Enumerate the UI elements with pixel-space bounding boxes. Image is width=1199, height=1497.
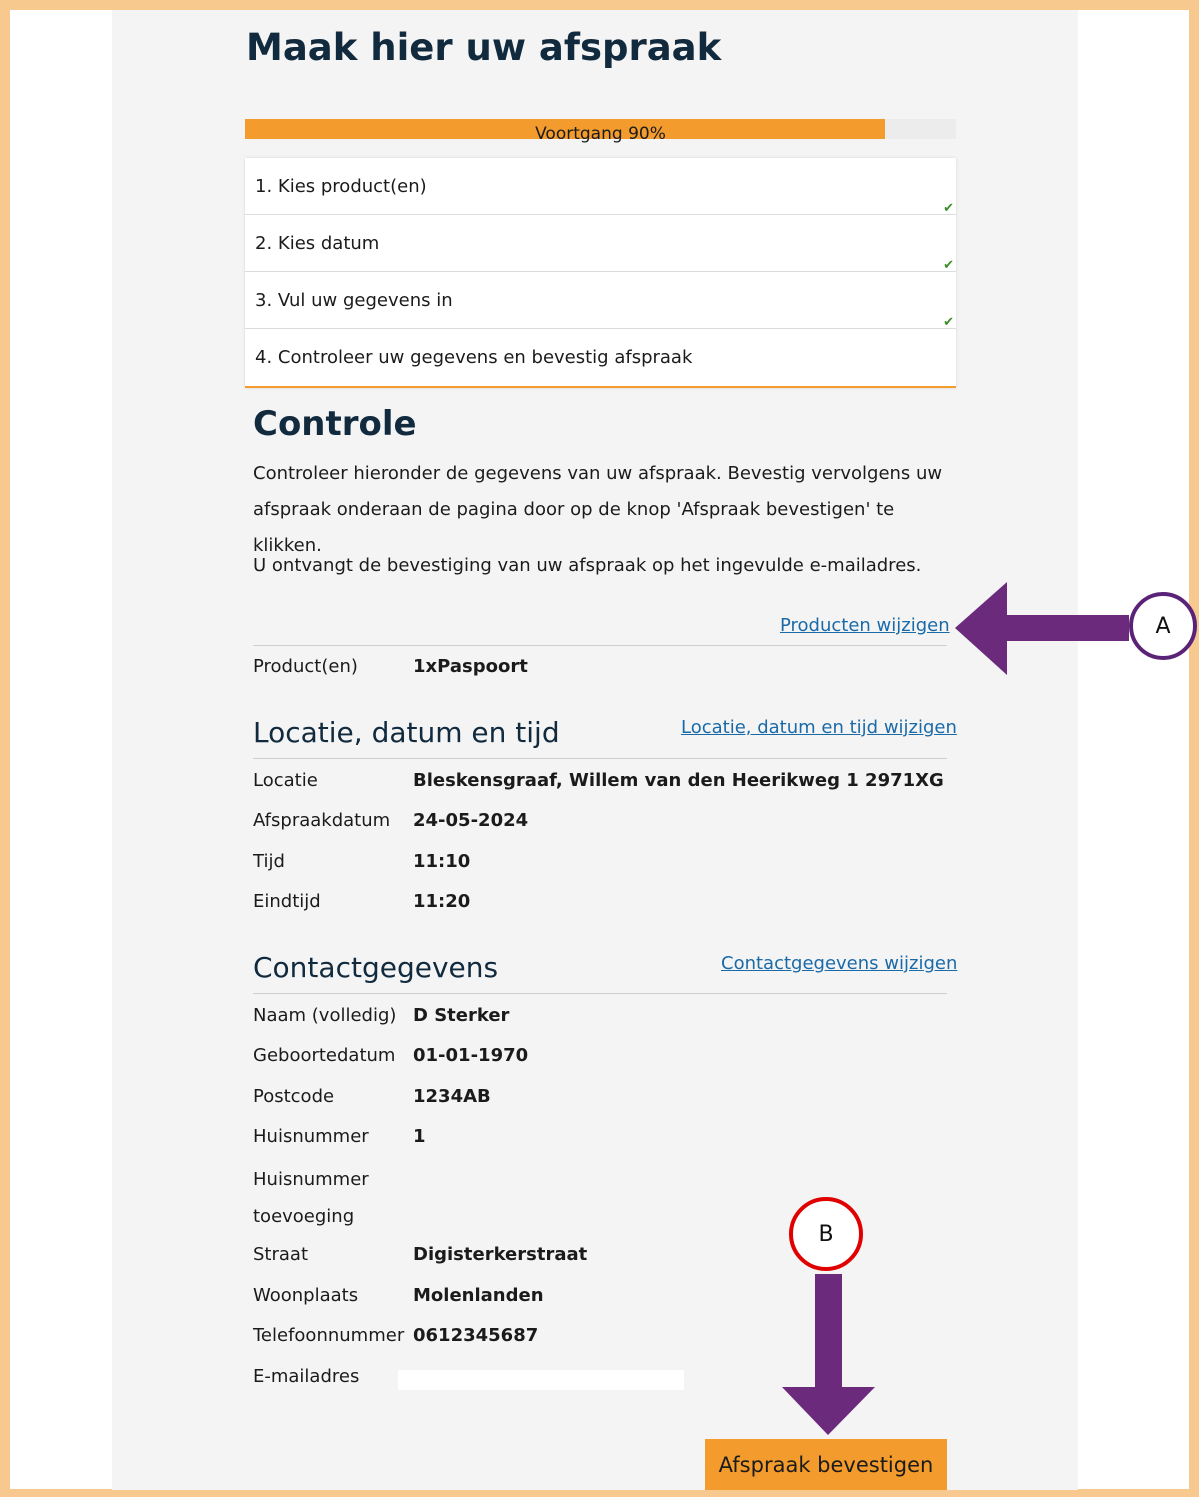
divider — [253, 758, 947, 759]
step-item-2[interactable]: 2. Kies datum ✔ — [245, 215, 956, 273]
arrow-b-shape — [782, 1274, 875, 1435]
housenumber-value: 1 — [413, 1126, 426, 1147]
name-value: D Sterker — [413, 1005, 510, 1026]
checkmark-icon: ✔ — [943, 201, 954, 216]
contact-heading: Contactgegevens — [253, 951, 499, 984]
birthdate-row: Geboortedatum 01-01-1970 — [253, 1045, 947, 1069]
arrow-left-icon — [955, 582, 1129, 675]
steps-list: 1. Kies product(en) ✔ 2. Kies datum ✔ 3.… — [245, 158, 956, 388]
confirm-appointment-button[interactable]: Afspraak bevestigen — [705, 1439, 947, 1490]
step-item-3[interactable]: 3. Vul uw gegevens in ✔ — [245, 272, 956, 330]
step-label: 1. Kies product(en) — [255, 175, 427, 197]
name-label: Naam (volledig) — [253, 1005, 397, 1026]
birthdate-value: 01-01-1970 — [413, 1045, 529, 1066]
addition-label-line2: toevoeging — [253, 1206, 355, 1227]
time-value: 11:10 — [413, 851, 471, 872]
marker-a: A — [1129, 592, 1197, 660]
city-label: Woonplaats — [253, 1285, 359, 1306]
postcode-label: Postcode — [253, 1086, 335, 1107]
step-label: 4. Controleer uw gegevens en bevestig af… — [255, 347, 693, 368]
location-heading: Locatie, datum en tijd — [253, 716, 560, 749]
date-label: Afspraakdatum — [253, 810, 391, 831]
divider — [253, 993, 947, 994]
time-row: Tijd 11:10 — [253, 851, 947, 875]
edit-products-link[interactable]: Producten wijzigen — [780, 615, 950, 636]
endtime-row: Eindtijd 11:20 — [253, 891, 947, 915]
time-label: Tijd — [253, 851, 285, 872]
addition-label-line1: Huisnummer — [253, 1169, 369, 1190]
endtime-value: 11:20 — [413, 891, 471, 912]
checkmark-icon: ✔ — [943, 258, 954, 273]
step-item-4: 4. Controleer uw gegevens en bevestig af… — [245, 329, 956, 386]
step-label: 3. Vul uw gegevens in — [255, 289, 453, 311]
housenumber-addition-label: Huisnummer toevoeging — [253, 1161, 369, 1235]
progress-bar: Voortgang 90% — [245, 119, 956, 144]
email-label: E-mailadres — [253, 1366, 360, 1387]
location-label: Locatie — [253, 770, 318, 791]
location-row: Locatie Bleskensgraaf, Willem van den He… — [253, 770, 947, 794]
arrow-down-icon — [782, 1274, 875, 1435]
page-title: Maak hier uw afspraak — [246, 26, 722, 69]
marker-b: B — [789, 1197, 863, 1271]
edit-location-link[interactable]: Locatie, datum en tijd wijzigen — [681, 717, 957, 738]
street-value: Digisterkerstraat — [413, 1244, 588, 1265]
location-value: Bleskensgraaf, Willem van den Heerikweg … — [413, 770, 944, 791]
email-notice: U ontvangt de bevestiging van uw afspraa… — [253, 555, 922, 576]
birthdate-label: Geboortedatum — [253, 1045, 396, 1066]
phone-label: Telefoonnummer — [253, 1325, 405, 1346]
edit-contact-link[interactable]: Contactgegevens wijzigen — [721, 953, 957, 974]
progress-label: Voortgang 90% — [535, 124, 666, 144]
controle-heading: Controle — [253, 404, 417, 444]
arrow-a-shape — [955, 582, 1129, 675]
step-item-1[interactable]: 1. Kies product(en) ✔ — [245, 158, 956, 216]
city-value: Molenlanden — [413, 1285, 544, 1306]
checkmark-icon: ✔ — [943, 315, 954, 330]
name-row: Naam (volledig) D Sterker — [253, 1005, 947, 1029]
postcode-row: Postcode 1234AB — [253, 1086, 947, 1110]
housenumber-label: Huisnummer — [253, 1126, 369, 1147]
product-label: Product(en) — [253, 656, 358, 677]
date-value: 24-05-2024 — [413, 810, 529, 831]
street-label: Straat — [253, 1244, 309, 1265]
step-label: 2. Kies datum — [255, 232, 380, 254]
divider — [253, 645, 947, 646]
phone-value: 0612345687 — [413, 1325, 539, 1346]
redacted-email-value — [398, 1370, 684, 1390]
product-value: 1xPaspoort — [413, 656, 528, 677]
housenumber-row: Huisnummer 1 — [253, 1126, 947, 1150]
product-row: Product(en) 1xPaspoort — [253, 656, 947, 680]
endtime-label: Eindtijd — [253, 891, 321, 912]
date-row: Afspraakdatum 24-05-2024 — [253, 810, 947, 834]
postcode-value: 1234AB — [413, 1086, 491, 1107]
